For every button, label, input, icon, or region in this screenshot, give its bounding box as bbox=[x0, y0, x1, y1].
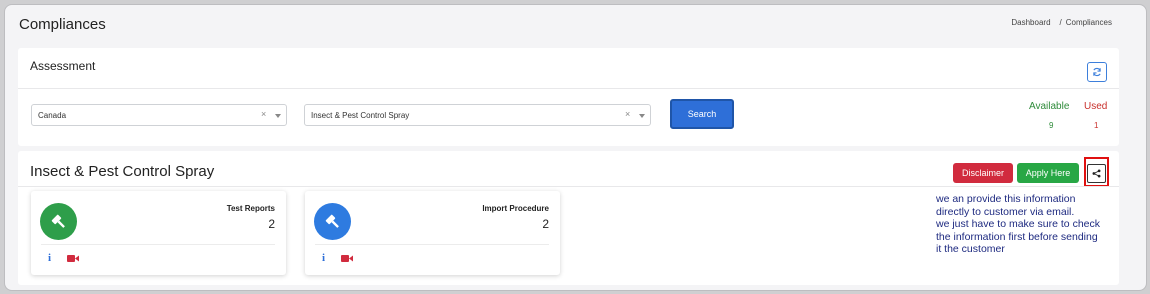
country-select[interactable]: Canada × bbox=[31, 104, 287, 126]
refresh-icon bbox=[1093, 67, 1101, 77]
video-icon[interactable] bbox=[67, 254, 79, 263]
used-label: Used bbox=[1084, 101, 1108, 112]
breadcrumb-current: Compliances bbox=[1065, 18, 1112, 27]
test-reports-icon-circle bbox=[40, 203, 77, 240]
assessment-card: Assessment Canada × Insect & Pest Contro… bbox=[18, 48, 1119, 146]
available-label: Available bbox=[1029, 101, 1070, 112]
tile-divider bbox=[41, 244, 275, 245]
assessment-divider bbox=[18, 88, 1119, 89]
annotation-line: we an provide this information bbox=[936, 193, 1076, 205]
country-chevron-down-icon[interactable] bbox=[275, 114, 281, 118]
test-reports-tile[interactable]: Test Reports 2 i bbox=[31, 191, 286, 275]
info-icon[interactable]: i bbox=[322, 252, 325, 264]
annotation-line: directly to customer via email. bbox=[936, 205, 1075, 218]
import-procedure-label: Import Procedure bbox=[482, 204, 549, 213]
gavel-icon bbox=[325, 214, 339, 228]
import-procedure-count: 2 bbox=[542, 217, 549, 231]
assessment-header: Assessment bbox=[30, 59, 96, 73]
test-reports-count: 2 bbox=[268, 217, 275, 231]
breadcrumb-separator: / bbox=[1059, 18, 1062, 27]
annotation-line: we just have to make sure to check bbox=[936, 218, 1100, 231]
page-title: Compliances bbox=[19, 16, 106, 33]
share-button[interactable] bbox=[1087, 164, 1106, 183]
tile-divider bbox=[315, 244, 549, 245]
breadcrumb-dashboard-link[interactable]: Dashboard bbox=[1011, 18, 1050, 27]
disclaimer-button[interactable]: Disclaimer bbox=[953, 163, 1013, 183]
product-select-value: Insect & Pest Control Spray bbox=[311, 111, 410, 120]
available-count: 9 bbox=[1049, 121, 1054, 130]
breadcrumb: Dashboard / Compliances bbox=[1011, 18, 1112, 27]
apply-here-button[interactable]: Apply Here bbox=[1017, 163, 1079, 183]
product-select[interactable]: Insect & Pest Control Spray × bbox=[304, 104, 651, 126]
gavel-icon bbox=[51, 214, 65, 228]
product-clear-icon[interactable]: × bbox=[625, 109, 630, 119]
import-procedure-icon-circle bbox=[314, 203, 351, 240]
import-procedure-tile[interactable]: Import Procedure 2 i bbox=[305, 191, 560, 275]
used-count: 1 bbox=[1094, 121, 1099, 130]
info-icon[interactable]: i bbox=[48, 252, 51, 264]
video-icon[interactable] bbox=[341, 254, 353, 263]
country-clear-icon[interactable]: × bbox=[261, 109, 266, 119]
search-button[interactable]: Search bbox=[670, 99, 734, 129]
share-icon bbox=[1092, 169, 1101, 178]
annotation-line: the information first before sending bbox=[936, 230, 1098, 243]
test-reports-label: Test Reports bbox=[226, 204, 275, 213]
annotation-line: it the customer bbox=[936, 243, 1005, 253]
result-title: Insect & Pest Control Spray bbox=[30, 163, 215, 180]
refresh-button[interactable] bbox=[1087, 62, 1107, 82]
result-divider bbox=[18, 186, 1119, 187]
product-chevron-down-icon[interactable] bbox=[639, 114, 645, 118]
country-select-value: Canada bbox=[38, 111, 67, 120]
annotation-note: we an provide this information directly … bbox=[936, 193, 1126, 253]
